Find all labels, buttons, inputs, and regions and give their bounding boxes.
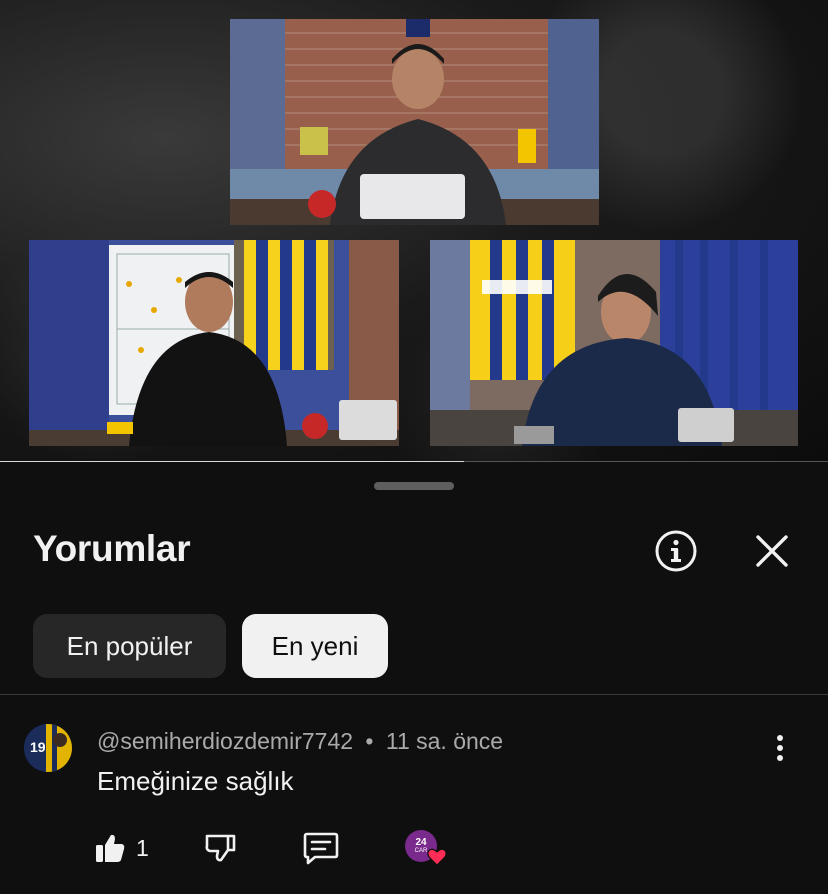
video-player[interactable] bbox=[0, 0, 828, 462]
more-options-button[interactable] bbox=[762, 726, 798, 770]
comments-sheet: Yorumlar En popüler En yeni 19 @semiherd… bbox=[0, 464, 828, 894]
sort-chip-newest[interactable]: En yeni bbox=[242, 614, 388, 678]
comment-author[interactable]: @semiherdiozdemir7742 bbox=[97, 728, 353, 754]
comment-text: Emeğinize sağlık bbox=[97, 766, 294, 796]
video-frame-right-guest bbox=[430, 240, 798, 446]
video-progress-fill bbox=[0, 461, 464, 462]
info-icon bbox=[655, 530, 697, 572]
video-frame-left-guest bbox=[29, 240, 399, 446]
dislike-button[interactable] bbox=[204, 826, 236, 870]
meta-separator: • bbox=[365, 728, 374, 754]
drag-handle[interactable] bbox=[374, 482, 454, 490]
sort-chip-popular[interactable]: En popüler bbox=[33, 614, 226, 678]
like-button[interactable]: 1 bbox=[94, 826, 149, 870]
sheet-title: Yorumlar bbox=[33, 528, 191, 569]
creator-badge-number: 24 bbox=[415, 837, 427, 848]
avatar[interactable]: 19 bbox=[24, 724, 72, 772]
info-button[interactable] bbox=[652, 527, 700, 575]
creator-badge-subtext: CAR bbox=[414, 848, 428, 854]
creator-heart: 24 CAR bbox=[405, 830, 447, 870]
like-count: 1 bbox=[136, 834, 149, 861]
close-icon bbox=[756, 535, 788, 567]
thumbs-down-icon bbox=[205, 834, 236, 862]
video-progress-bar[interactable] bbox=[0, 461, 828, 462]
close-button[interactable] bbox=[748, 527, 796, 575]
divider bbox=[0, 694, 828, 695]
comment-meta: @semiherdiozdemir7742 • 11 sa. önce bbox=[97, 728, 503, 755]
more-vert-icon bbox=[777, 735, 783, 761]
comment-time: 11 sa. önce bbox=[385, 728, 504, 754]
video-frame-top-host bbox=[230, 19, 599, 225]
comment-reply-icon bbox=[303, 832, 339, 865]
svg-text:19: 19 bbox=[30, 739, 46, 755]
heart-icon bbox=[427, 848, 447, 866]
reply-button[interactable] bbox=[303, 826, 339, 870]
thumbs-up-icon bbox=[96, 834, 125, 862]
